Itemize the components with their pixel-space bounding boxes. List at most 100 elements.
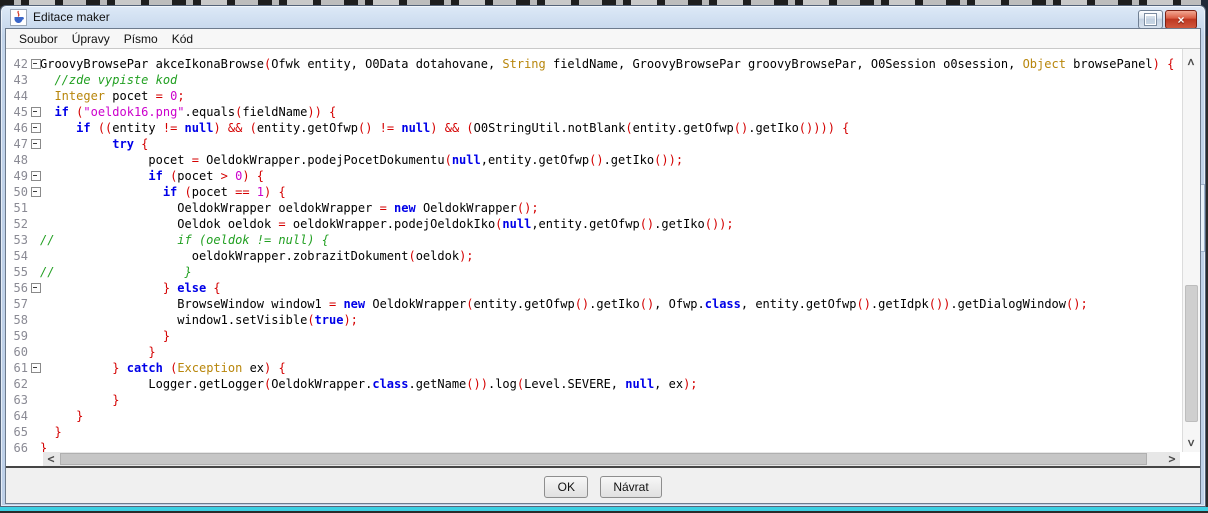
code-text[interactable]: GroovyBrowsePar akceIkonaBrowse(Ofwk ent…	[40, 56, 1174, 72]
horizontal-scrollbar-thumb[interactable]	[60, 453, 1147, 465]
vertical-scrollbar[interactable]: < <	[1182, 49, 1200, 452]
fold-gutter	[28, 152, 40, 168]
code-text[interactable]: if (pocet > 0) {	[40, 168, 264, 184]
fold-minus-icon[interactable]	[31, 171, 41, 181]
code-text[interactable]: Logger.getLogger(OeldokWrapper.class.get…	[40, 376, 698, 392]
scroll-right-icon[interactable]: >	[1165, 452, 1179, 466]
line-number: 56	[6, 280, 28, 296]
code-text[interactable]: if ("oeldok16.png".equals(fieldName)) {	[40, 104, 336, 120]
fold-gutter	[28, 72, 40, 88]
code-line: 49 if (pocet > 0) {	[6, 168, 1182, 184]
vertical-scrollbar-thumb[interactable]	[1185, 285, 1198, 422]
fold-toggle[interactable]	[28, 280, 40, 296]
fold-toggle[interactable]	[28, 360, 40, 376]
fold-toggle[interactable]	[28, 184, 40, 200]
code-text[interactable]: }	[40, 392, 119, 408]
code-text[interactable]: }	[40, 344, 156, 360]
fold-toggle[interactable]	[28, 56, 40, 72]
fold-gutter	[28, 248, 40, 264]
code-text[interactable]: oeldokWrapper.zobrazitDokument(oeldok);	[40, 248, 474, 264]
code-text[interactable]: pocet = OeldokWrapper.podejPocetDokument…	[40, 152, 683, 168]
menu-soubor[interactable]: Soubor	[12, 31, 65, 47]
fold-minus-icon[interactable]	[31, 283, 41, 293]
screen: Editace maker × Soubor Úpravy Písmo Kód …	[0, 0, 1208, 513]
code-text[interactable]: }	[40, 440, 47, 452]
code-text[interactable]: } catch (Exception ex) {	[40, 360, 286, 376]
code-line: 63 }	[6, 392, 1182, 408]
code-text[interactable]: }	[40, 408, 83, 424]
code-line: 55// }	[6, 264, 1182, 280]
fold-minus-icon[interactable]	[31, 123, 41, 133]
line-number: 52	[6, 216, 28, 232]
horizontal-scrollbar[interactable]: < >	[43, 452, 1180, 466]
fold-toggle[interactable]	[28, 104, 40, 120]
scroll-down-icon[interactable]: <	[1184, 436, 1198, 450]
fold-minus-icon[interactable]	[31, 187, 41, 197]
code-text[interactable]: Integer pocet = 0;	[40, 88, 185, 104]
fold-minus-icon[interactable]	[31, 363, 41, 373]
close-button[interactable]: ×	[1165, 10, 1197, 29]
navrat-button[interactable]: Návrat	[600, 476, 661, 498]
line-number: 65	[6, 424, 28, 440]
code-text[interactable]: //zde vypiste kod	[40, 72, 177, 88]
code-text[interactable]: } else {	[40, 280, 221, 296]
ok-button[interactable]: OK	[544, 476, 588, 498]
maximize-button[interactable]	[1138, 10, 1163, 29]
fold-gutter	[28, 312, 40, 328]
line-number: 62	[6, 376, 28, 392]
fold-toggle[interactable]	[28, 120, 40, 136]
code-line: 56 } else {	[6, 280, 1182, 296]
window-title: Editace maker	[33, 10, 110, 24]
code-area[interactable]: 42 GroovyBrowsePar akceIkonaBrowse(Ofwk e…	[6, 49, 1182, 452]
code-text[interactable]: try {	[40, 136, 148, 152]
fold-minus-icon[interactable]	[31, 59, 41, 69]
menu-upravy[interactable]: Úpravy	[65, 31, 117, 47]
code-text[interactable]: window1.setVisible(true);	[40, 312, 358, 328]
fold-gutter	[28, 216, 40, 232]
line-number: 50	[6, 184, 28, 200]
code-line: 45 if ("oeldok16.png".equals(fieldName))…	[6, 104, 1182, 120]
code-line: 58 window1.setVisible(true);	[6, 312, 1182, 328]
code-line: 54 oeldokWrapper.zobrazitDokument(oeldok…	[6, 248, 1182, 264]
scroll-left-icon[interactable]: <	[44, 452, 58, 466]
code-text[interactable]: // }	[40, 264, 192, 280]
fold-minus-icon[interactable]	[31, 139, 41, 149]
code-text[interactable]: // if (oeldok != null) {	[40, 232, 329, 248]
code-text[interactable]: if (pocet == 1) {	[40, 184, 286, 200]
line-number: 47	[6, 136, 28, 152]
fold-gutter	[28, 328, 40, 344]
code-text[interactable]: }	[40, 424, 62, 440]
code-line: 53// if (oeldok != null) {	[6, 232, 1182, 248]
code-text[interactable]: if ((entity != null) && (entity.getOfwp(…	[40, 120, 849, 136]
line-number: 61	[6, 360, 28, 376]
line-number: 42	[6, 56, 28, 72]
title-bar[interactable]: Editace maker ×	[1, 6, 1205, 28]
fold-toggle[interactable]	[28, 168, 40, 184]
background-window-edge-bottom	[0, 507, 1208, 511]
code-line: 48 pocet = OeldokWrapper.podejPocetDokum…	[6, 152, 1182, 168]
line-number: 44	[6, 88, 28, 104]
fold-minus-icon[interactable]	[31, 107, 41, 117]
line-number: 60	[6, 344, 28, 360]
line-number: 48	[6, 152, 28, 168]
code-line: 62 Logger.getLogger(OeldokWrapper.class.…	[6, 376, 1182, 392]
code-line: 64 }	[6, 408, 1182, 424]
code-text[interactable]: BrowseWindow window1 = new OeldokWrapper…	[40, 296, 1088, 312]
code-line: 51 OeldokWrapper oeldokWrapper = new Oel…	[6, 200, 1182, 216]
code-line: 60 }	[6, 344, 1182, 360]
close-icon: ×	[1177, 13, 1184, 27]
fold-gutter	[28, 376, 40, 392]
menu-pismo[interactable]: Písmo	[117, 31, 165, 47]
line-number: 51	[6, 200, 28, 216]
fold-gutter	[28, 200, 40, 216]
code-text[interactable]: OeldokWrapper oeldokWrapper = new Oeldok…	[40, 200, 539, 216]
code-line: 61 } catch (Exception ex) {	[6, 360, 1182, 376]
fold-toggle[interactable]	[28, 136, 40, 152]
code-text[interactable]: Oeldok oeldok = oeldokWrapper.podejOeldo…	[40, 216, 734, 232]
menu-kod[interactable]: Kód	[165, 31, 200, 47]
code-editor[interactable]: 42 GroovyBrowsePar akceIkonaBrowse(Ofwk e…	[6, 49, 1200, 468]
fold-gutter	[28, 408, 40, 424]
code-text[interactable]: }	[40, 328, 170, 344]
scroll-up-icon[interactable]: <	[1184, 55, 1198, 69]
fold-gutter	[28, 232, 40, 248]
